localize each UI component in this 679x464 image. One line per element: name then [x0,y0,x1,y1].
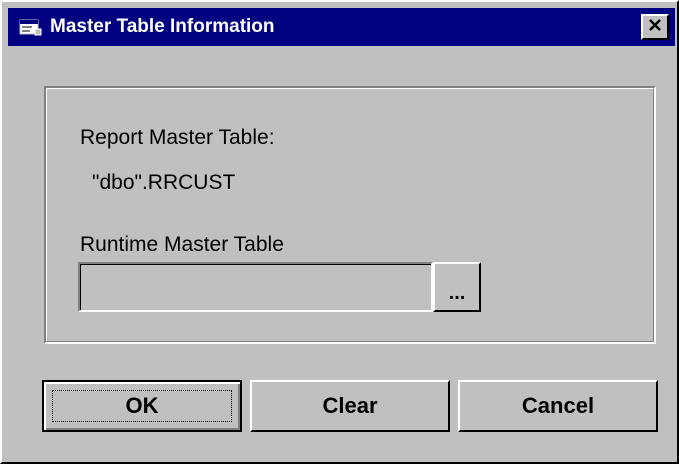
close-icon [648,18,662,37]
app-window-icon [18,16,44,38]
ok-button[interactable]: OK [42,380,242,432]
cancel-button[interactable]: Cancel [458,380,658,432]
browse-button[interactable]: ... [433,262,481,312]
title-bar[interactable]: Master Table Information [8,8,675,46]
clear-button-label: Clear [322,393,378,418]
cancel-button-label: Cancel [521,393,595,418]
window-title: Master Table Information [50,16,275,37]
focus-indicator [52,390,232,422]
clear-button[interactable]: Clear [250,380,450,432]
dialog-window: Master Table Information Report Master T… [0,0,679,464]
report-master-table-value: "dbo".RRCUST [92,171,236,194]
report-master-table-label: Report Master Table: [80,126,275,149]
close-button[interactable] [641,14,669,40]
runtime-master-table-input[interactable] [78,262,433,312]
runtime-master-table-label: Runtime Master Table [80,233,284,256]
